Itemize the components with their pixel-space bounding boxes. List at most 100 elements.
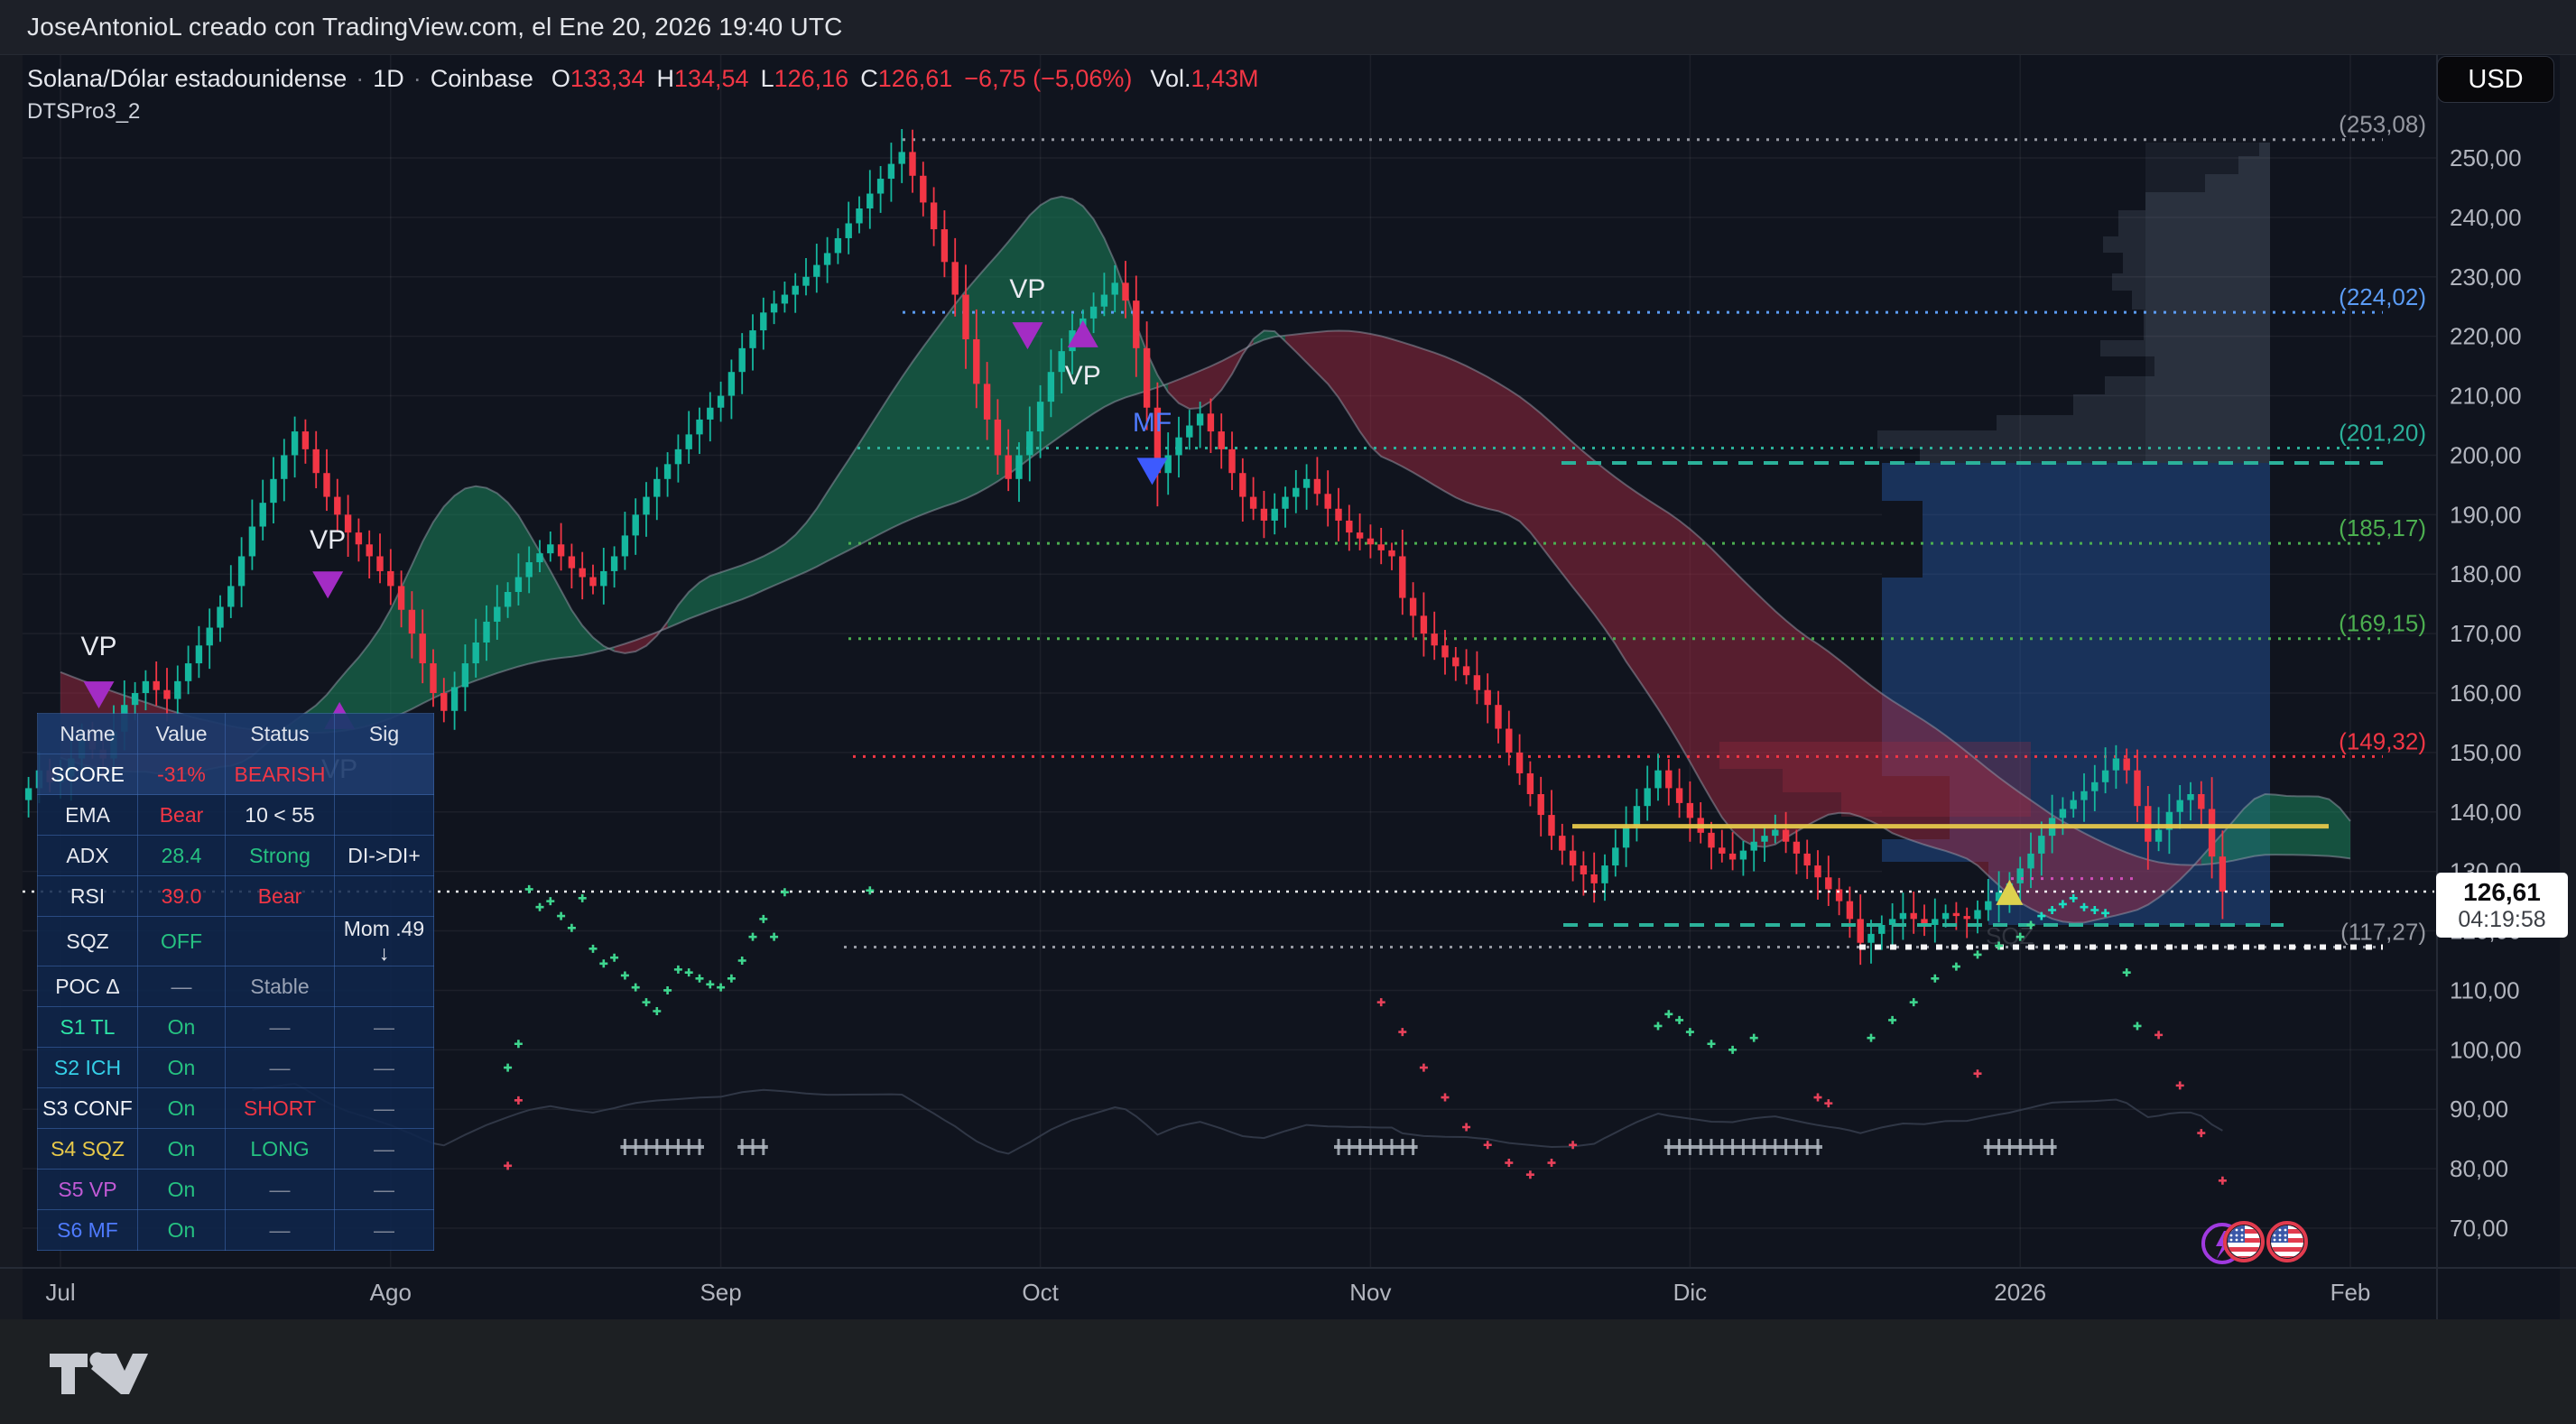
table-cell: S6 MF (38, 1210, 138, 1251)
table-cell: On (138, 1048, 226, 1088)
table-cell: SQZ (38, 917, 138, 966)
attribution-bar: JoseAntonioL creado con TradingView.com,… (0, 0, 2576, 55)
last-price-value: 126,61 (2463, 878, 2541, 906)
table-cell: POC Δ (38, 966, 138, 1007)
price-tick-label: 100,00 (2450, 1036, 2522, 1063)
table-cell: On (138, 1007, 226, 1048)
table-cell: RSI (38, 876, 138, 917)
currency-usd-button[interactable]: USD (2437, 56, 2554, 103)
table-cell: LONG (226, 1129, 335, 1170)
tradingview-logo-icon[interactable] (0, 1319, 361, 1424)
last-price-badge[interactable]: 126,61 04:19:58 (2436, 873, 2568, 938)
time-tick-label: Sep (700, 1279, 741, 1306)
table-cell: S4 SQZ (38, 1129, 138, 1170)
price-tick-label: 230,00 (2450, 264, 2522, 291)
indicator-row-score: SCORE-31%BEARISH (38, 754, 434, 795)
svg-text:SQZ: SQZ (1986, 922, 2034, 949)
exchange-label: Coinbase (431, 65, 533, 93)
indicator-row-s6-mf: S6 MFOn—— (38, 1210, 434, 1251)
price-tick-label: 80,00 (2450, 1155, 2508, 1182)
high-label: H (656, 65, 674, 93)
footer-logo-bar: TradingView (0, 1319, 2576, 1424)
table-cell: On (138, 1088, 226, 1129)
open-value: 133,34 (570, 65, 645, 93)
table-cell (226, 917, 335, 966)
svg-text:VP: VP (310, 525, 346, 555)
price-tick-label: 240,00 (2450, 204, 2522, 231)
indicator-row-s5-vp: S5 VPOn—— (38, 1170, 434, 1210)
table-cell: Stable (226, 966, 335, 1007)
indicator-row-s2-ich: S2 ICHOn—— (38, 1048, 434, 1088)
level-price-label: (185,17) (2339, 514, 2426, 541)
price-tick-label: 160,00 (2450, 680, 2522, 707)
indicator-name-label[interactable]: DTSPro3_2 (27, 99, 140, 125)
indicator-row-sqz: SQZOFFMom .49 ↓ (38, 917, 434, 966)
table-cell: 28.4 (138, 836, 226, 876)
table-cell: Strong (226, 836, 335, 876)
price-tick-label: 190,00 (2450, 501, 2522, 528)
col-header-sig: Sig (335, 714, 434, 754)
indicator-row-s3-conf: S3 CONFOnSHORT— (38, 1088, 434, 1129)
price-tick-label: 90,00 (2450, 1096, 2508, 1123)
table-cell (335, 754, 434, 795)
indicator-row-ema: EMABear10 < 55 (38, 795, 434, 836)
price-tick-label: 110,00 (2450, 976, 2520, 1003)
symbol-info-bar[interactable]: Solana/Dólar estadounidense · 1D · Coinb… (27, 65, 1259, 96)
table-cell: BEARISH (226, 754, 335, 795)
tradingview-published-chart: { "top_bar": { "attribution": "JoseAnton… (0, 0, 2576, 1424)
time-tick-label: Nov (1349, 1279, 1391, 1306)
indicator-row-s1-tl: S1 TLOn—— (38, 1007, 434, 1048)
table-cell: On (138, 1210, 226, 1251)
table-cell: -31% (138, 754, 226, 795)
symbol-title[interactable]: Solana/Dólar estadounidense (27, 65, 347, 93)
indicator-row-adx: ADX28.4StrongDI->DI+ (38, 836, 434, 876)
low-value: 126,16 (774, 65, 849, 93)
table-cell (335, 876, 434, 917)
price-tick-label: 170,00 (2450, 620, 2522, 647)
table-cell: — (335, 1048, 434, 1088)
table-cell: SCORE (38, 754, 138, 795)
flag-icons[interactable] (2193, 1215, 2320, 1277)
col-header-value: Value (138, 714, 226, 754)
time-tick-label: Feb (2330, 1279, 2371, 1306)
price-tick-label: 220,00 (2450, 323, 2522, 350)
close-value: 126,61 (878, 65, 953, 93)
table-cell: SHORT (226, 1088, 335, 1129)
table-cell: 39.0 (138, 876, 226, 917)
table-cell: On (138, 1170, 226, 1210)
price-tick-label: 150,00 (2450, 739, 2522, 766)
table-cell: EMA (38, 795, 138, 836)
col-header-status: Status (226, 714, 335, 754)
volume-value: 1,43M (1191, 65, 1258, 93)
table-cell: — (226, 1048, 335, 1088)
table-cell: — (335, 1129, 434, 1170)
high-value: 134,54 (674, 65, 749, 93)
svg-text:VP: VP (1065, 361, 1101, 391)
table-cell: — (335, 1170, 434, 1210)
indicator-status-table: Name Value Status Sig SCORE-31%BEARISHEM… (37, 713, 434, 1251)
us-flag-icon[interactable] (2266, 1221, 2308, 1262)
indicator-row-rsi: RSI39.0Bear (38, 876, 434, 917)
us-flag-icon[interactable] (2223, 1221, 2265, 1262)
table-cell: — (335, 1007, 434, 1048)
table-cell: S1 TL (38, 1007, 138, 1048)
svg-text:VP: VP (1009, 274, 1045, 304)
col-header-name: Name (38, 714, 138, 754)
interval-label[interactable]: 1D (373, 65, 404, 93)
table-cell: S3 CONF (38, 1088, 138, 1129)
level-price-label: (253,08) (2339, 111, 2426, 138)
svg-text:MF: MF (1133, 408, 1172, 438)
time-tick-label: Dic (1673, 1279, 1708, 1306)
table-cell: Bear (226, 876, 335, 917)
price-tick-label: 180,00 (2450, 560, 2522, 587)
table-cell: — (335, 1088, 434, 1129)
price-tick-label: 70,00 (2450, 1215, 2508, 1242)
open-label: O (551, 65, 570, 93)
sqz-watermark: SQZ (1986, 922, 2034, 949)
table-cell: Bear (138, 795, 226, 836)
price-tick-label: 140,00 (2450, 799, 2522, 826)
table-cell: — (226, 1007, 335, 1048)
table-header-row: Name Value Status Sig (38, 714, 434, 754)
candle-countdown: 04:19:58 (2458, 907, 2545, 932)
table-cell: — (138, 966, 226, 1007)
